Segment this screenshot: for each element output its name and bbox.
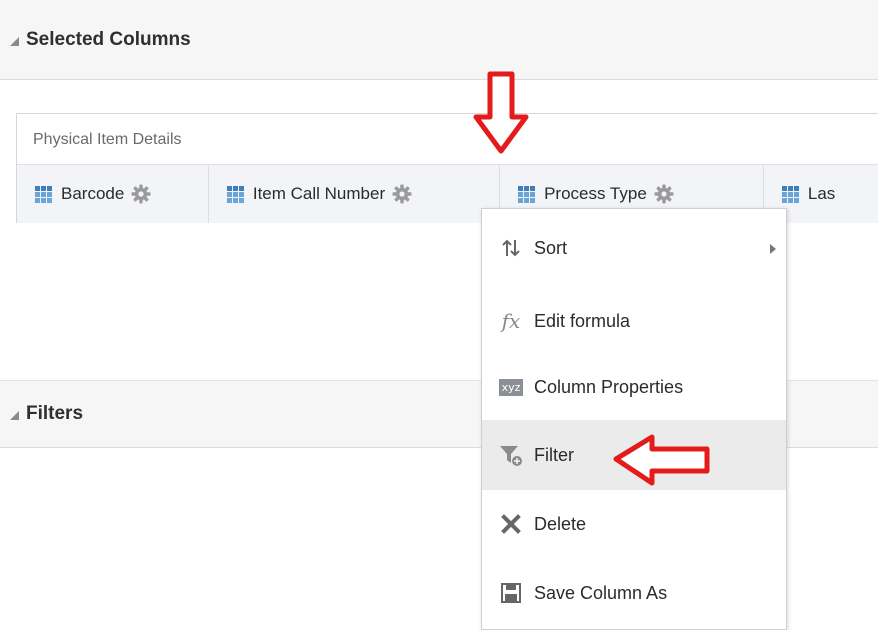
column-barcode[interactable]: Barcode: [17, 165, 209, 223]
menu-item-sort[interactable]: Sort: [482, 213, 786, 283]
gear-icon[interactable]: [392, 184, 412, 204]
column-context-menu: Sort fx Edit formula xyz Column Properti…: [481, 208, 787, 630]
section-title: Selected Columns: [26, 28, 191, 50]
column-table: Physical Item Details Barcode Item Call …: [16, 113, 878, 223]
filter-icon: [498, 442, 524, 468]
collapse-triangle-icon[interactable]: [10, 36, 19, 46]
menu-label: Delete: [534, 513, 587, 534]
section-title: Filters: [26, 403, 84, 424]
gear-icon[interactable]: [654, 184, 674, 204]
column-label: Barcode: [61, 184, 125, 203]
sort-icon: [498, 235, 524, 261]
delete-icon: [498, 511, 524, 537]
submenu-arrow-icon: [770, 244, 776, 254]
menu-label: Save Column As: [534, 582, 668, 603]
collapse-triangle-icon[interactable]: [10, 411, 19, 420]
save-icon: [498, 580, 524, 606]
column-grid-icon: [226, 185, 244, 203]
column-label: Las: [807, 184, 836, 203]
column-grid-icon: [781, 185, 799, 203]
menu-item-save-column-as[interactable]: Save Column As: [482, 558, 786, 628]
menu-label: Sort: [534, 237, 568, 258]
menu-label: Edit formula: [534, 310, 631, 331]
menu-label: Column Properties: [534, 376, 684, 397]
column-label: Process Type: [544, 184, 647, 203]
column-item-call-number[interactable]: Item Call Number: [209, 165, 501, 223]
xyz-icon: xyz: [498, 374, 524, 400]
down-arrow-annotation: [473, 71, 529, 154]
column-label: Item Call Number: [252, 184, 386, 203]
left-arrow-annotation: [613, 434, 710, 486]
menu-item-edit-formula[interactable]: fx Edit formula: [482, 286, 786, 356]
column-grid-icon: [35, 185, 52, 203]
menu-item-delete[interactable]: Delete: [482, 489, 786, 559]
table-title: Physical Item Details: [33, 131, 182, 148]
selected-columns-header[interactable]: Selected Columns: [0, 0, 878, 80]
menu-item-column-properties[interactable]: xyz Column Properties: [482, 352, 786, 422]
column-grid-icon: [518, 185, 536, 203]
menu-label: Filter: [534, 444, 574, 465]
fx-icon: fx: [501, 309, 521, 333]
gear-icon[interactable]: [131, 184, 151, 204]
